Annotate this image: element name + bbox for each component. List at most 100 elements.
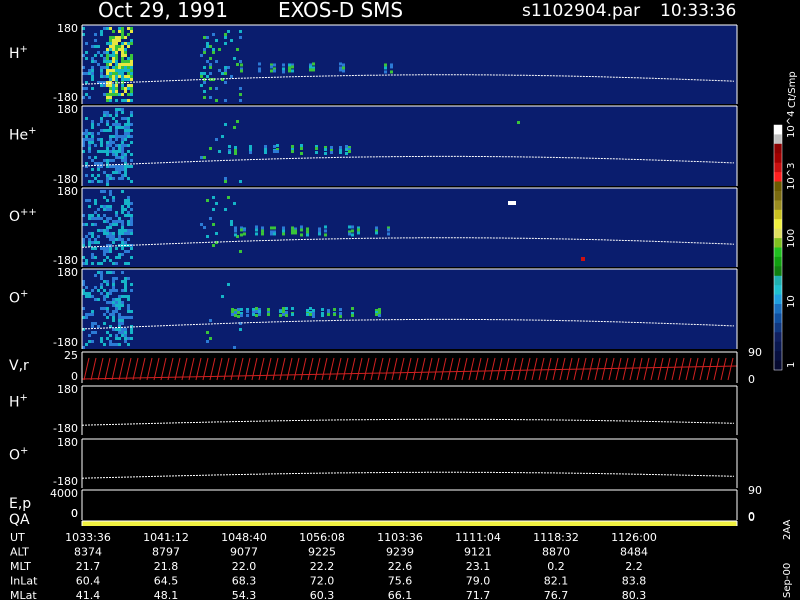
spectrogram-cell (100, 283, 103, 286)
spectrogram-cell (130, 232, 133, 235)
spectrogram-cell (239, 99, 242, 102)
spectrogram-cell (97, 162, 100, 165)
spectrogram-cell (109, 259, 112, 262)
spectrogram-cell (300, 147, 303, 150)
spectrogram-cell (121, 135, 124, 138)
spectrogram-cell (121, 99, 124, 102)
spectrogram-cell (246, 314, 249, 317)
spectrogram-cell (115, 168, 118, 171)
spectrogram-cell (209, 66, 212, 69)
spectrogram-cell (124, 78, 127, 81)
spectrogram-cell (109, 75, 112, 78)
spectrogram-cell (100, 150, 103, 153)
right-tick-top: 90 (748, 346, 762, 359)
spectrogram-cell (97, 180, 100, 183)
spectrogram-cell (203, 66, 206, 69)
spectrogram-cell (270, 232, 273, 236)
spectrogram-cell (115, 223, 118, 226)
spectrogram-cell (124, 331, 127, 334)
spectrogram-cell (121, 54, 124, 57)
spectrogram-cell (100, 190, 103, 193)
spectrogram-cell (91, 138, 94, 141)
spectrogram-cell (249, 148, 252, 151)
panel-label: O+ (9, 289, 28, 307)
spectrogram-cell (97, 214, 100, 217)
spectrogram-cell (109, 174, 112, 177)
spectrogram-cell (97, 132, 100, 135)
spectrogram-cell (282, 70, 285, 74)
colorbar-swatch (774, 360, 782, 371)
spectrogram-cell (130, 337, 133, 340)
spectrogram-cell (106, 57, 109, 60)
spectrogram-cell (97, 45, 100, 48)
spectrogram-cell (100, 205, 103, 208)
spectrogram-cell (106, 316, 109, 319)
spectrogram-cell (118, 319, 121, 322)
panel-background (82, 269, 737, 349)
spectrogram-cell (255, 307, 258, 310)
spectrogram-cell (91, 232, 94, 235)
header-instrument: EXOS-D SMS (278, 0, 403, 22)
footer-cell: 22.2 (310, 560, 335, 573)
spectrogram-cell (233, 202, 236, 205)
spectrogram-cell (124, 117, 127, 120)
spectrogram-cell (215, 138, 218, 141)
spectrogram-cell (103, 114, 106, 117)
y-tick-bottom: -180 (53, 336, 78, 349)
spectrogram-cell (103, 289, 106, 292)
spectrogram-cell (127, 232, 130, 235)
spectrogram-cell (109, 334, 112, 337)
spectrogram-cell (115, 129, 118, 132)
spectrogram-cell (109, 114, 112, 117)
spectrogram-cell (103, 111, 106, 114)
y-tick-top: 180 (57, 436, 78, 449)
spectrogram-cell (91, 78, 94, 81)
spectrogram-cell (103, 93, 106, 96)
spectrogram-cell (240, 308, 243, 311)
spectrogram-cell (378, 311, 381, 314)
spectrogram-cell (130, 180, 133, 183)
spectrogram-cell (103, 220, 106, 223)
spectrogram-cell (124, 202, 127, 205)
spectrogram-cell (100, 33, 103, 36)
spectrogram-cell (200, 223, 203, 226)
spectrogram-cell (127, 199, 130, 202)
spectrogram-cell (321, 308, 324, 311)
spectrogram-cell (121, 232, 124, 235)
spectrogram-cell (124, 241, 127, 244)
spectrogram-cell (109, 165, 112, 168)
panel-background (82, 490, 737, 520)
spectrogram-cell (115, 337, 118, 340)
spectrogram-cell (240, 314, 243, 317)
spectrogram-cell (109, 226, 112, 229)
footer-cell: 8870 (542, 546, 570, 559)
spectrogram-cell (106, 280, 109, 283)
footer-cell: 22.6 (388, 560, 413, 573)
spectrogram-cell (112, 241, 115, 244)
spectrogram-cell (85, 135, 88, 138)
spectrogram-cell (127, 205, 130, 208)
spectrogram-cell (206, 75, 209, 78)
spectrogram-cell (273, 63, 276, 67)
panel-label: H+ (9, 393, 28, 411)
spectrogram-cell (121, 33, 124, 36)
spectrogram-cell (243, 232, 246, 236)
spectrogram-cell (127, 69, 130, 72)
spectrogram-cell (115, 123, 118, 126)
spectrogram-cell (285, 311, 288, 314)
spectrogram-cell (285, 307, 288, 310)
spectrogram-cell (130, 78, 133, 81)
spectrogram-cell (88, 334, 91, 337)
spectrogram-cell (88, 205, 91, 208)
spectrogram-cell (124, 208, 127, 211)
spectrogram-cell (85, 42, 88, 45)
spectrogram-cell (109, 96, 112, 99)
spectrogram-cell (200, 54, 203, 57)
spectrogram-cell (127, 27, 130, 30)
colorbar-tick-label: 100 (786, 229, 797, 248)
spectrogram-cell (100, 337, 103, 340)
spectrogram-cell (127, 196, 130, 199)
spectrogram-cell (130, 123, 133, 126)
spectrogram-cell (109, 45, 112, 48)
spectrogram-cell (88, 199, 91, 202)
